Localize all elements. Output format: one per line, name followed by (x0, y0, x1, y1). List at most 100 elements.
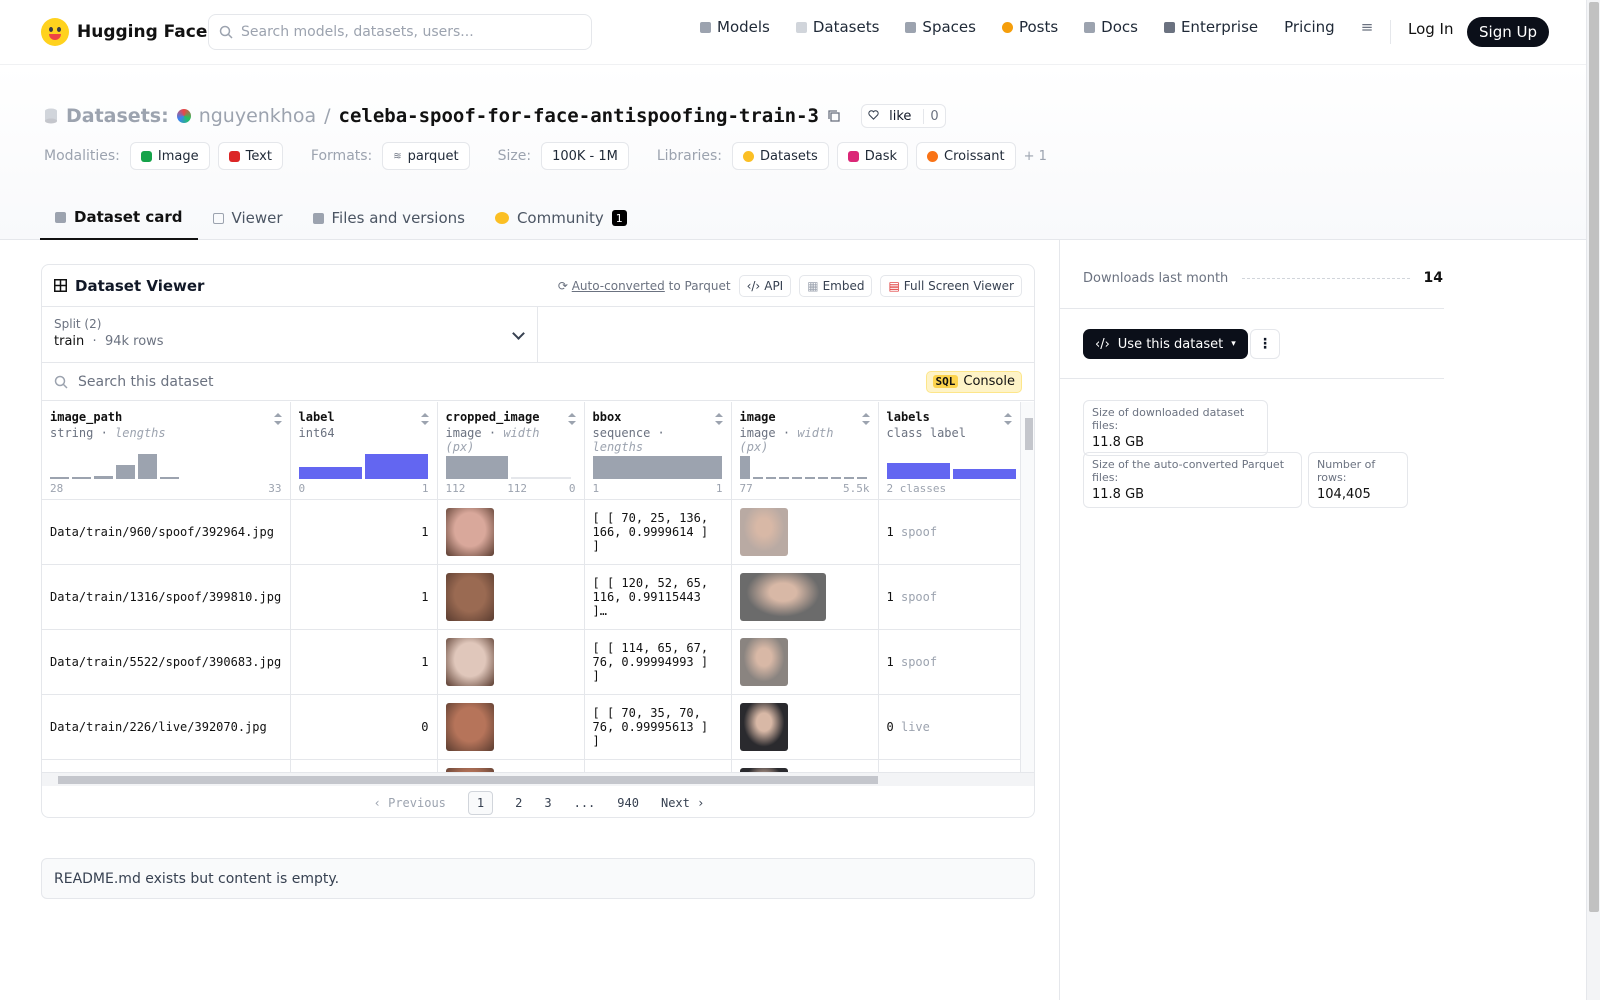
sort-icon[interactable] (567, 413, 576, 425)
column-header-label[interactable]: label int64 0 1 (290, 402, 438, 500)
tab-dataset-card[interactable]: Dataset card (40, 196, 198, 240)
more-options-button[interactable]: ⋮ (1250, 329, 1280, 359)
modality-chip-image[interactable]: Image (129, 142, 210, 170)
cell-image-path[interactable]: Data/train/960/spoof/392964.jpg (42, 499, 291, 565)
more-menu-icon[interactable]: ≡ (1361, 18, 1374, 36)
histogram-bar[interactable] (752, 476, 763, 479)
use-dataset-button[interactable]: ‹/› Use this dataset ▾ (1083, 329, 1248, 359)
column-header-bbox[interactable]: bbox sequence · lengths 1 1 (584, 402, 732, 500)
cell-image-path[interactable]: Data/train/226/live/392070.jpg (42, 694, 291, 760)
previous-page-button[interactable]: ‹ Previous (374, 796, 446, 810)
cell-labels[interactable] (878, 759, 1020, 772)
histogram-bar[interactable] (765, 476, 776, 479)
horizontal-scrollbar[interactable] (42, 772, 1034, 786)
size-chip[interactable]: 100K - 1M (541, 142, 629, 170)
cell-cropped-image[interactable] (437, 759, 585, 772)
histogram-bar[interactable] (160, 476, 179, 479)
histogram-bar[interactable] (116, 464, 135, 479)
face-thumbnail[interactable] (445, 702, 494, 751)
table-row[interactable]: Data/train/226/live/392070.jpg 0[ [ 70, 3… (42, 694, 1020, 760)
cell-image[interactable] (731, 499, 879, 565)
histogram-bar[interactable] (364, 453, 428, 479)
more-libraries[interactable]: + 1 (1024, 149, 1047, 164)
nav-link-pricing[interactable]: Pricing (1284, 18, 1335, 36)
scrollbar-thumb[interactable] (1589, 2, 1599, 912)
next-page-button[interactable]: Next › (661, 796, 704, 810)
histogram-bar[interactable] (445, 455, 508, 479)
histogram-bar[interactable] (72, 476, 91, 479)
scrollbar-thumb[interactable] (1025, 418, 1033, 450)
histogram-bar[interactable] (739, 455, 750, 479)
api-button[interactable]: ‹/› API (738, 274, 792, 297)
repo-name[interactable]: celeba-spoof-for-face-antispoofing-train… (339, 105, 819, 127)
image-thumbnail[interactable] (739, 507, 788, 556)
dataset-search-input[interactable] (78, 373, 878, 390)
sort-icon[interactable] (420, 413, 429, 425)
cell-image[interactable] (731, 564, 879, 630)
histogram-bar[interactable] (817, 476, 828, 479)
library-chip-croissant[interactable]: Croissant (916, 142, 1016, 170)
cell-cropped-image[interactable] (437, 629, 585, 695)
fullscreen-viewer-button[interactable]: ▤ Full Screen Viewer (880, 274, 1022, 297)
cell-bbox[interactable] (584, 759, 732, 772)
cell-cropped-image[interactable] (437, 499, 585, 565)
format-chip-parquet[interactable]: ≋ parquet (382, 142, 470, 170)
sql-console-button[interactable]: SQL Console (925, 370, 1022, 393)
owner-link[interactable]: nguyenkhoa (199, 105, 316, 127)
column-header-cropped_image[interactable]: cropped_image image · width (px) 112 112 0 (437, 402, 585, 500)
nav-link-spaces[interactable]: Spaces (905, 18, 976, 36)
histogram-bar[interactable] (830, 476, 841, 479)
login-link[interactable]: Log In (1408, 20, 1454, 38)
global-search-input[interactable] (241, 24, 571, 40)
histogram-bar[interactable] (50, 476, 69, 479)
cell-labels[interactable]: 0 live (878, 694, 1020, 760)
nav-link-posts[interactable]: Posts (1001, 18, 1058, 36)
histogram-bar[interactable] (298, 466, 362, 479)
table-row[interactable]: Data/train/1316/spoof/399810.jpg 1 [ [ 120… (42, 564, 1020, 630)
table-row[interactable]: Data/train/5522/spoof/390683.jpg 1[ [ 114… (42, 629, 1020, 695)
modality-chip-text[interactable]: Text (217, 142, 283, 170)
auto-converted-link[interactable]: Auto-converted (572, 279, 665, 293)
library-chip-datasets[interactable]: Datasets (732, 142, 829, 170)
cell-cropped-image[interactable] (437, 694, 585, 760)
cell-image[interactable] (731, 759, 879, 772)
cell-label[interactable]: 1 (290, 499, 438, 565)
histogram-bar[interactable] (791, 476, 802, 479)
image-thumbnail[interactable] (739, 572, 826, 621)
cell-label[interactable]: 1 (290, 564, 438, 630)
tab-viewer[interactable]: Viewer (198, 196, 298, 240)
page-button[interactable]: 1 (467, 790, 494, 815)
histogram-bar[interactable] (778, 476, 789, 479)
table-row[interactable]: Data/train/960/spoof/392964.jpg 1 [ [ 70, … (42, 499, 1020, 565)
cell-image[interactable] (731, 694, 879, 760)
cell-bbox[interactable]: [ [ 70, 25, 136, 166, 0.9999614 ] ] (584, 499, 732, 565)
split-selector[interactable]: Split (2) train · 94k rows (42, 307, 538, 362)
cell-cropped-image[interactable] (437, 564, 585, 630)
cell-label[interactable] (290, 759, 438, 772)
histogram-bar[interactable] (886, 462, 950, 479)
tab-community[interactable]: Community 1 (480, 196, 642, 240)
page-button[interactable]: 3 (544, 796, 551, 810)
face-thumbnail[interactable] (445, 507, 494, 556)
page-button[interactable]: 2 (515, 796, 522, 810)
nav-link-docs[interactable]: Docs (1084, 18, 1138, 36)
table-row[interactable] (42, 759, 1020, 772)
cell-bbox[interactable]: [ [ 120, 52, 65, 116, 0.99115443 ]… (584, 564, 732, 630)
cell-bbox[interactable]: [ [ 114, 65, 67, 76, 0.99994993 ] ] (584, 629, 732, 695)
cell-bbox[interactable]: [ [ 70, 35, 70, 76, 0.99995613 ] ] (584, 694, 732, 760)
column-header-image[interactable]: image image · width (px) 77 5.5k (731, 402, 879, 500)
global-search[interactable] (208, 14, 592, 50)
image-thumbnail[interactable] (739, 637, 788, 686)
vertical-scrollbar[interactable] (1020, 402, 1034, 772)
face-thumbnail[interactable] (445, 572, 494, 621)
brand-logo[interactable]: Hugging Face (41, 18, 207, 46)
cell-image-path[interactable] (42, 759, 291, 772)
image-thumbnail[interactable] (739, 702, 788, 751)
cell-image-path[interactable]: Data/train/1316/spoof/399810.jpg (42, 564, 291, 630)
histogram-bar[interactable] (804, 476, 815, 479)
copy-icon[interactable] (827, 109, 841, 123)
cell-image[interactable] (731, 629, 879, 695)
sort-icon[interactable] (1003, 413, 1012, 425)
signup-button[interactable]: Sign Up (1467, 17, 1549, 47)
histogram-bar[interactable] (138, 453, 157, 479)
